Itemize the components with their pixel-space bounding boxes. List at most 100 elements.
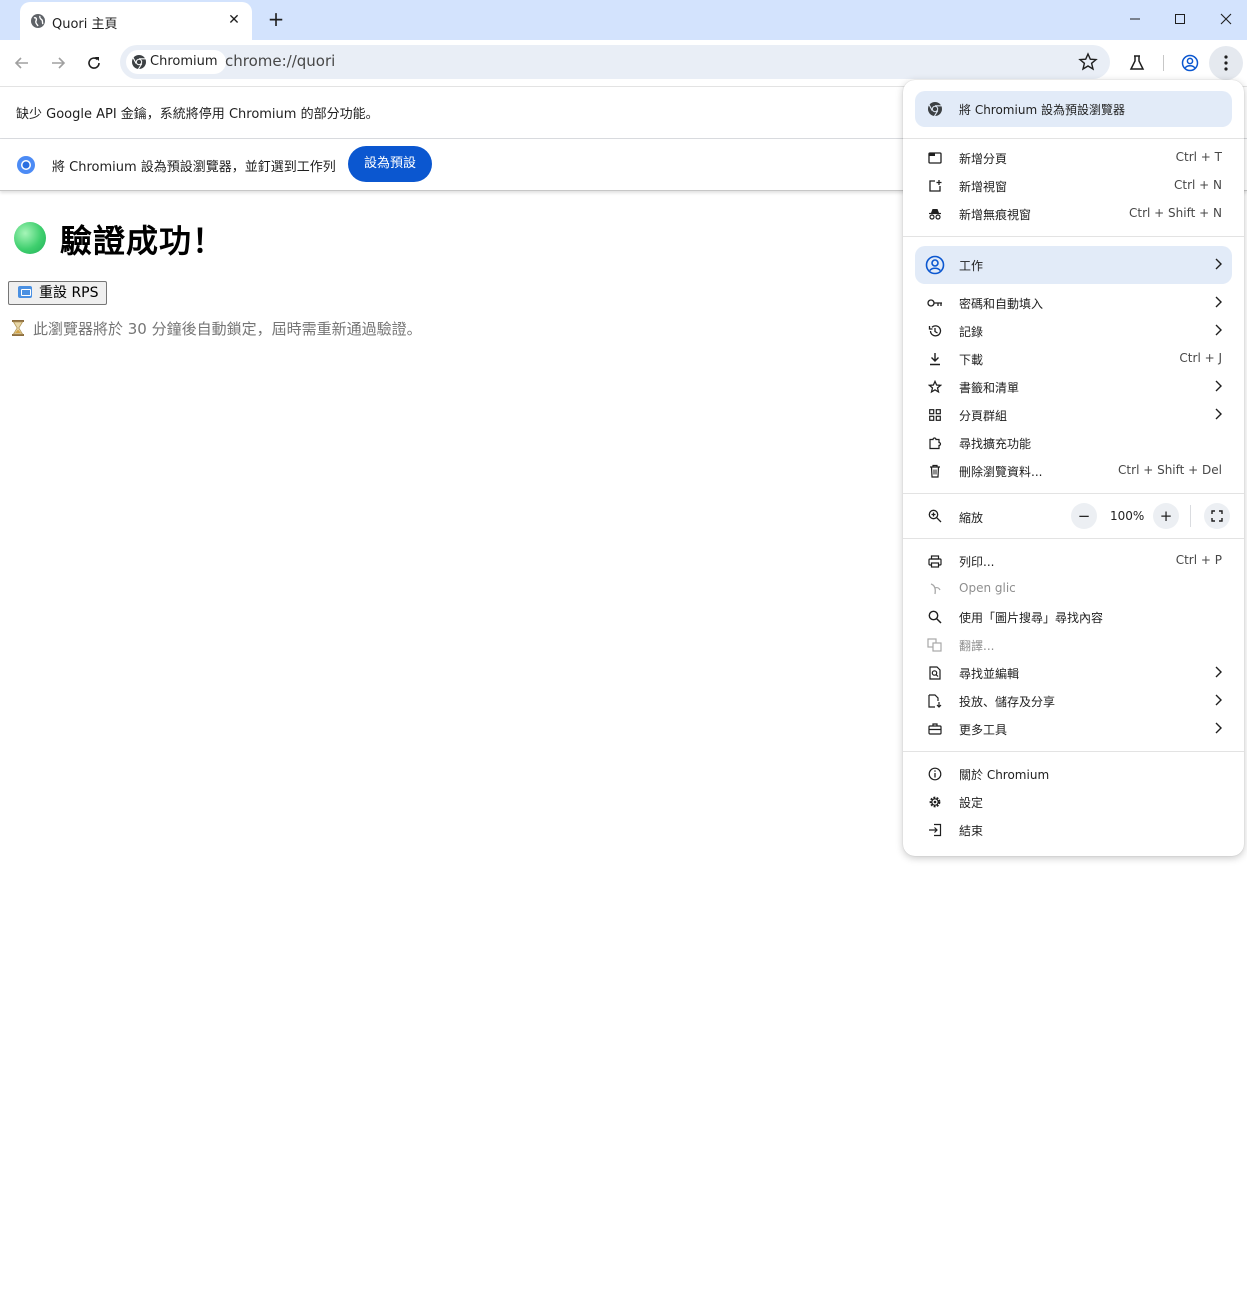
menu-divider bbox=[903, 538, 1244, 539]
toolbar-separator bbox=[1163, 55, 1164, 71]
menu-item-bookmarks[interactable]: 書籤和清單 bbox=[903, 373, 1244, 401]
profile-button[interactable] bbox=[1177, 50, 1203, 76]
menu-item-print[interactable]: 列印... Ctrl + P bbox=[903, 547, 1244, 575]
menu-item-label: 分頁群組 bbox=[959, 409, 1008, 423]
chevron-right-icon bbox=[1215, 694, 1222, 706]
menu-button[interactable] bbox=[1209, 46, 1243, 80]
menu-item-history[interactable]: 記錄 bbox=[903, 317, 1244, 345]
menu-item-shortcut: Ctrl + P bbox=[1175, 553, 1222, 567]
zoom-out-button[interactable]: − bbox=[1071, 503, 1097, 529]
site-chip-label: Chromium bbox=[150, 54, 218, 69]
lock-notice-text: 此瀏覽器將於 30 分鐘後自動鎖定，屆時需重新通過驗證。 bbox=[33, 320, 422, 338]
hourglass-icon bbox=[12, 320, 24, 336]
chromium-icon bbox=[927, 101, 943, 117]
app-menu: 將 Chromium 設為預設瀏覽器 新增分頁 Ctrl + T 新增視窗 Ct… bbox=[903, 80, 1244, 856]
reload-icon bbox=[88, 57, 100, 69]
chevron-right-icon bbox=[1215, 324, 1222, 336]
menu-item-exit[interactable]: 結束 bbox=[903, 816, 1244, 844]
menu-item-label: 書籤和清單 bbox=[959, 381, 1020, 395]
menu-item-new-window[interactable]: 新增視窗 Ctrl + N bbox=[903, 172, 1244, 200]
menu-item-find-edit[interactable]: 尋找並編輯 bbox=[903, 659, 1244, 687]
grid-icon bbox=[927, 407, 943, 423]
success-status-dot bbox=[14, 222, 46, 254]
menu-item-label: 使用「圖片搜尋」尋找內容 bbox=[959, 611, 1104, 625]
maximize-icon bbox=[1175, 14, 1185, 24]
minimize-icon bbox=[1130, 18, 1140, 20]
maximize-button[interactable] bbox=[1157, 6, 1203, 32]
menu-item-label: 記錄 bbox=[959, 325, 984, 339]
labs-button[interactable] bbox=[1124, 50, 1150, 76]
menu-item-tab-groups[interactable]: 分頁群組 bbox=[903, 401, 1244, 429]
set-default-button[interactable]: 設為預設 bbox=[348, 146, 432, 182]
translate-icon bbox=[927, 637, 943, 653]
new-window-icon bbox=[927, 178, 943, 194]
api-key-message: 缺少 Google API 金鑰，系統將停用 Chromium 的部分功能。 bbox=[16, 107, 379, 122]
print-icon bbox=[927, 553, 943, 569]
zoom-in-button[interactable]: + bbox=[1153, 503, 1179, 529]
glic-icon bbox=[927, 581, 943, 597]
menu-item-shortcut: Ctrl + N bbox=[1173, 178, 1222, 192]
menu-item-cast-save-share[interactable]: 投放、儲存及分享 bbox=[903, 687, 1244, 715]
menu-item-more-tools[interactable]: 更多工具 bbox=[903, 715, 1244, 743]
menu-item-label: 尋找擴充功能 bbox=[959, 437, 1032, 451]
active-tab[interactable]: Quori 主頁 ✕ bbox=[20, 2, 252, 40]
history-icon bbox=[927, 323, 943, 339]
star-icon bbox=[927, 379, 943, 395]
menu-item-extensions[interactable]: 尋找擴充功能 bbox=[903, 429, 1244, 457]
title-bar: Quori 主頁 ✕ + bbox=[0, 0, 1247, 40]
menu-item-label: 工作 bbox=[959, 259, 984, 273]
menu-item-incognito[interactable]: 新增無痕視窗 Ctrl + Shift + N bbox=[903, 200, 1244, 228]
puzzle-icon bbox=[927, 435, 943, 451]
menu-item-about[interactable]: 關於 Chromium bbox=[903, 760, 1244, 788]
three-dots-icon bbox=[1224, 55, 1228, 71]
chevron-right-icon bbox=[1215, 258, 1222, 270]
menu-item-profile[interactable]: 工作 bbox=[903, 251, 1244, 279]
page-heading: 驗證成功！ bbox=[60, 222, 226, 260]
close-window-button[interactable] bbox=[1203, 6, 1247, 32]
menu-item-label: 結束 bbox=[959, 824, 984, 838]
close-tab-icon[interactable]: ✕ bbox=[224, 10, 244, 30]
globe-icon bbox=[31, 14, 45, 28]
menu-item-label: 列印... bbox=[959, 555, 995, 569]
profile-icon bbox=[1181, 54, 1199, 72]
menu-item-set-default[interactable]: 將 Chromium 設為預設瀏覽器 bbox=[903, 95, 1244, 123]
menu-item-translate[interactable]: 翻譯... bbox=[903, 631, 1244, 659]
menu-item-label: 密碼和自動填入 bbox=[959, 297, 1044, 311]
site-info-chip[interactable]: Chromium bbox=[126, 50, 226, 74]
address-bar[interactable]: Chromium chrome://quori bbox=[120, 45, 1110, 79]
menu-item-shortcut: Ctrl + Shift + N bbox=[1129, 206, 1222, 220]
menu-item-new-tab[interactable]: 新增分頁 Ctrl + T bbox=[903, 144, 1244, 172]
new-tab-icon bbox=[927, 150, 943, 166]
zoom-level: 100% bbox=[1110, 509, 1145, 523]
tab-title: Quori 主頁 bbox=[52, 17, 118, 32]
menu-item-label: 新增視窗 bbox=[959, 180, 1008, 194]
menu-item-open-glic[interactable]: Open glic bbox=[903, 575, 1244, 603]
reload-button[interactable] bbox=[81, 50, 107, 76]
toolbox-icon bbox=[927, 721, 943, 737]
fullscreen-button[interactable] bbox=[1204, 503, 1230, 529]
chevron-right-icon bbox=[1215, 666, 1222, 678]
menu-item-downloads[interactable]: 下載 Ctrl + J bbox=[903, 345, 1244, 373]
incognito-icon bbox=[927, 206, 943, 222]
reset-rps-button[interactable]: 重設 RPS bbox=[8, 281, 107, 305]
chevron-right-icon bbox=[1215, 408, 1222, 420]
zoom-icon bbox=[927, 508, 943, 524]
menu-item-shortcut: Ctrl + J bbox=[1179, 351, 1222, 365]
new-tab-button[interactable]: + bbox=[264, 8, 288, 30]
menu-item-label: 將 Chromium 設為預設瀏覽器 bbox=[959, 103, 1125, 117]
back-button[interactable] bbox=[9, 50, 35, 76]
menu-item-clear-data[interactable]: 刪除瀏覽資料... Ctrl + Shift + Del bbox=[903, 457, 1244, 485]
profile-icon bbox=[925, 255, 945, 275]
chromium-logo-icon bbox=[17, 156, 35, 174]
bookmark-star-icon[interactable] bbox=[1078, 52, 1098, 72]
menu-item-image-search[interactable]: 使用「圖片搜尋」尋找內容 bbox=[903, 603, 1244, 631]
url-text[interactable]: chrome://quori bbox=[225, 52, 335, 70]
menu-item-settings[interactable]: 設定 bbox=[903, 788, 1244, 816]
trash-icon bbox=[927, 463, 943, 479]
menu-item-shortcut: Ctrl + T bbox=[1175, 150, 1222, 164]
forward-button[interactable] bbox=[45, 50, 71, 76]
forward-arrow-icon bbox=[52, 57, 66, 69]
close-icon bbox=[1220, 13, 1232, 25]
menu-item-passwords[interactable]: 密碼和自動填入 bbox=[903, 289, 1244, 317]
minimize-button[interactable] bbox=[1112, 6, 1158, 32]
